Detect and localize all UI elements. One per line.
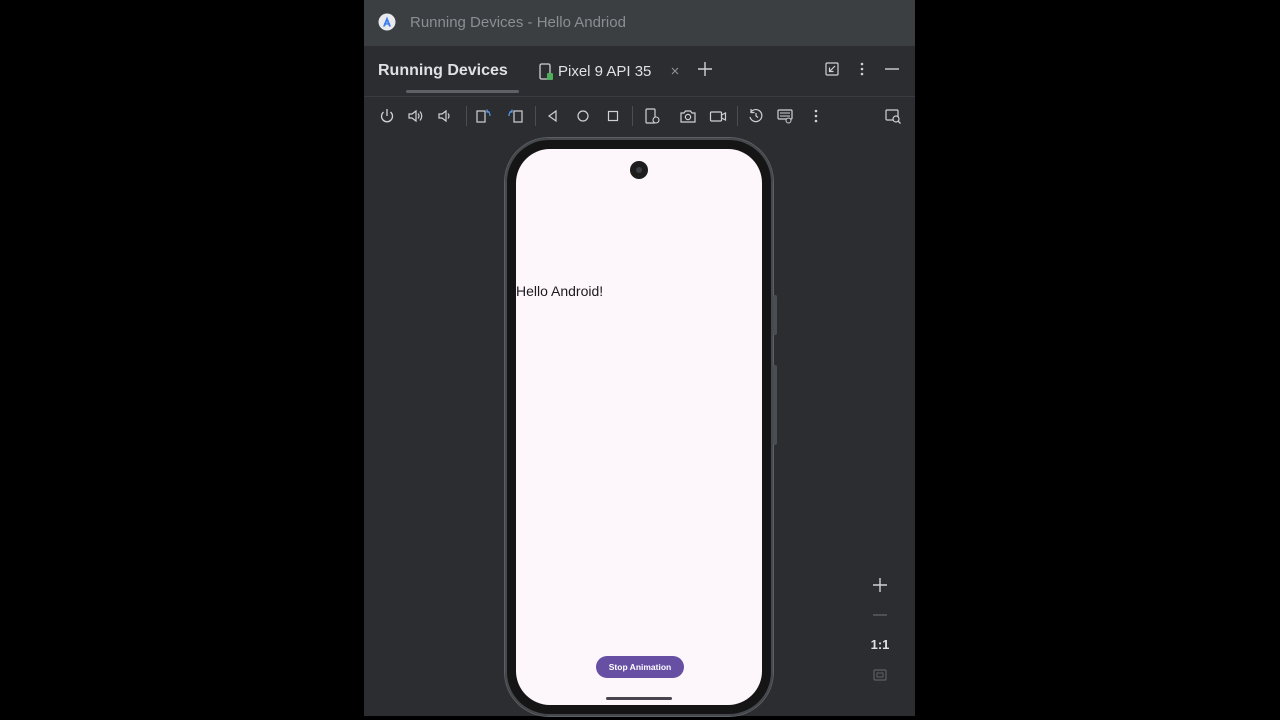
tool-window-header: Running Devices Pixel 9 API 35	[364, 46, 915, 96]
zoom-fit-icon[interactable]	[872, 667, 888, 683]
restore-layout-icon[interactable]	[824, 61, 840, 77]
panel-title: Running Devices	[378, 62, 508, 79]
device-settings-icon[interactable]	[643, 107, 661, 125]
toolbar-divider	[466, 106, 467, 126]
close-icon[interactable]	[669, 65, 681, 77]
greeting-text: Hello Android!	[516, 283, 604, 299]
add-device-icon[interactable]	[697, 61, 713, 77]
screenshot-icon[interactable]	[679, 107, 697, 125]
window-titlebar: Running Devices - Hello Andriod	[364, 0, 915, 46]
power-icon[interactable]	[378, 107, 396, 125]
extended-controls-icon[interactable]	[776, 107, 794, 125]
emulator-toolbar	[364, 96, 915, 136]
front-camera	[630, 161, 648, 179]
device-viewport: Hello Android! Stop Animation 1:1	[364, 135, 915, 716]
window-title: Running Devices - Hello Andriod	[410, 14, 626, 31]
toolbar-divider	[737, 106, 738, 126]
zoom-out-icon[interactable]	[872, 607, 888, 623]
running-devices-window: Running Devices - Hello Andriod Running …	[364, 0, 915, 716]
zoom-actual-size-button[interactable]: 1:1	[864, 637, 896, 652]
toolbar-divider	[632, 106, 633, 126]
home-icon[interactable]	[574, 107, 592, 125]
active-tab-indicator	[406, 90, 519, 93]
back-icon[interactable]	[544, 107, 562, 125]
zoom-controls: 1:1	[864, 569, 896, 691]
volume-up-icon[interactable]	[407, 107, 425, 125]
toolbar-divider	[535, 106, 536, 126]
screen-record-icon[interactable]	[709, 107, 727, 125]
android-studio-logo-icon	[378, 13, 396, 31]
overview-icon[interactable]	[604, 107, 622, 125]
phone-power-button[interactable]	[773, 295, 777, 335]
layout-inspector-icon[interactable]	[884, 107, 902, 125]
rotate-right-icon[interactable]	[506, 107, 524, 125]
device-icon	[539, 63, 553, 80]
more-options-icon[interactable]	[854, 61, 870, 77]
rotate-left-icon[interactable]	[475, 107, 493, 125]
stop-animation-button[interactable]: Stop Animation	[596, 656, 684, 678]
volume-down-icon[interactable]	[436, 107, 454, 125]
gesture-navigation-bar[interactable]	[606, 697, 672, 700]
device-screen[interactable]: Hello Android! Stop Animation	[516, 149, 762, 705]
zoom-in-icon[interactable]	[872, 577, 888, 593]
phone-volume-button[interactable]	[773, 365, 777, 445]
more-options-icon[interactable]	[807, 107, 825, 125]
snapshot-icon[interactable]	[747, 107, 765, 125]
tab-label: Pixel 9 API 35	[558, 63, 652, 80]
minimize-icon[interactable]	[884, 61, 900, 77]
